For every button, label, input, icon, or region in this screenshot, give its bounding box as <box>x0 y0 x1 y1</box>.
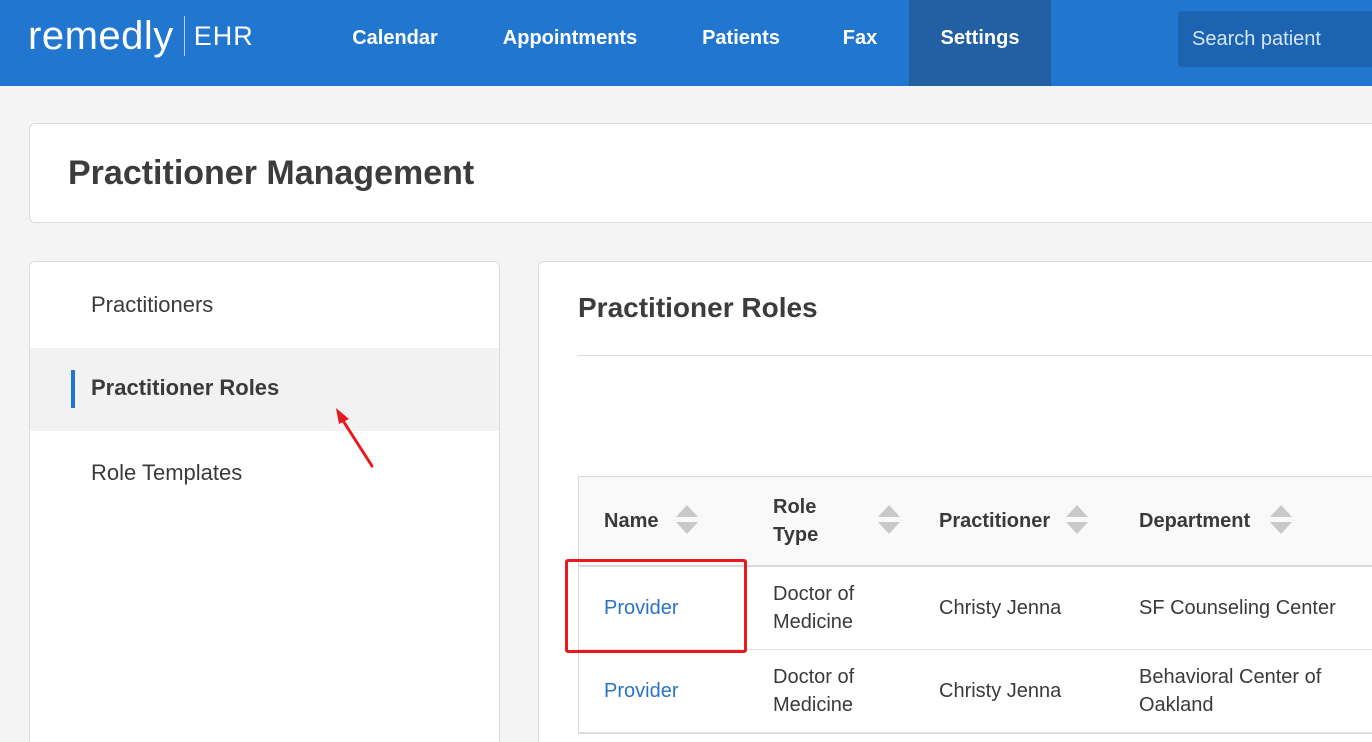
annotation-highlight-box <box>565 559 747 653</box>
table-header: Name Role Type Practitioner Department <box>579 477 1372 567</box>
nav-fax[interactable]: Fax <box>822 0 898 76</box>
sort-icon[interactable] <box>1270 505 1292 537</box>
sidebar-item-label: Practitioner Roles <box>91 375 280 400</box>
role-name-link[interactable]: Provider <box>604 650 744 732</box>
column-header-practitioner[interactable]: Practitioner <box>939 477 1069 565</box>
column-header-department[interactable]: Department <box>1139 477 1269 565</box>
department-cell: Behavioral Center of Oakland <box>1139 666 1322 716</box>
top-navigation-bar: remedly EHR Calendar Appointments Patien… <box>0 0 1372 86</box>
page-title: Practitioner Management <box>68 154 475 192</box>
active-indicator <box>71 370 75 408</box>
patient-search <box>1178 11 1372 67</box>
table-row: Provider Doctor of Medicine Christy Jenn… <box>579 650 1372 733</box>
column-header-name[interactable]: Name <box>604 477 674 565</box>
annotation-arrow-icon <box>336 408 374 468</box>
logo-suffix: EHR <box>193 21 254 51</box>
sidebar-item-practitioners[interactable]: Practitioners <box>30 286 499 326</box>
logo-divider <box>183 16 185 56</box>
page-header-card: Practitioner Management <box>29 123 1372 223</box>
sidebar-item-label: Practitioners <box>91 292 214 317</box>
remedly-logo[interactable]: remedly EHR <box>28 14 254 58</box>
sidebar-item-practitioner-roles[interactable]: Practitioner Roles <box>30 348 499 431</box>
column-header-role-type[interactable]: Role Type <box>773 477 863 565</box>
logo-wordmark: remedly <box>28 14 174 58</box>
sort-icon[interactable] <box>878 505 900 537</box>
practitioner-cell: Christy Jenna <box>939 597 1062 619</box>
role-type-cell: Doctor of Medicine <box>773 666 855 716</box>
nav-patients[interactable]: Patients <box>680 0 802 76</box>
nav-appointments[interactable]: Appointments <box>482 0 658 76</box>
practitioner-cell: Christy Jenna <box>939 680 1062 702</box>
role-type-cell: Doctor of Medicine <box>773 583 855 633</box>
sidebar-item-label: Role Templates <box>91 460 243 485</box>
section-title: Practitioner Roles <box>578 292 818 323</box>
practitioner-roles-panel: Practitioner Roles Name Role Type Practi… <box>538 261 1372 742</box>
settings-sidebar: Practitioners Practitioner Roles Role Te… <box>29 261 500 742</box>
nav-settings[interactable]: Settings <box>909 0 1051 86</box>
search-patient-input[interactable] <box>1178 11 1372 67</box>
sidebar-item-role-templates[interactable]: Role Templates <box>30 454 499 494</box>
section-divider <box>578 355 1372 356</box>
sort-icon[interactable] <box>1066 505 1088 537</box>
nav-calendar[interactable]: Calendar <box>330 0 460 76</box>
department-cell: SF Counseling Center <box>1139 597 1336 619</box>
sort-icon[interactable] <box>676 505 698 537</box>
